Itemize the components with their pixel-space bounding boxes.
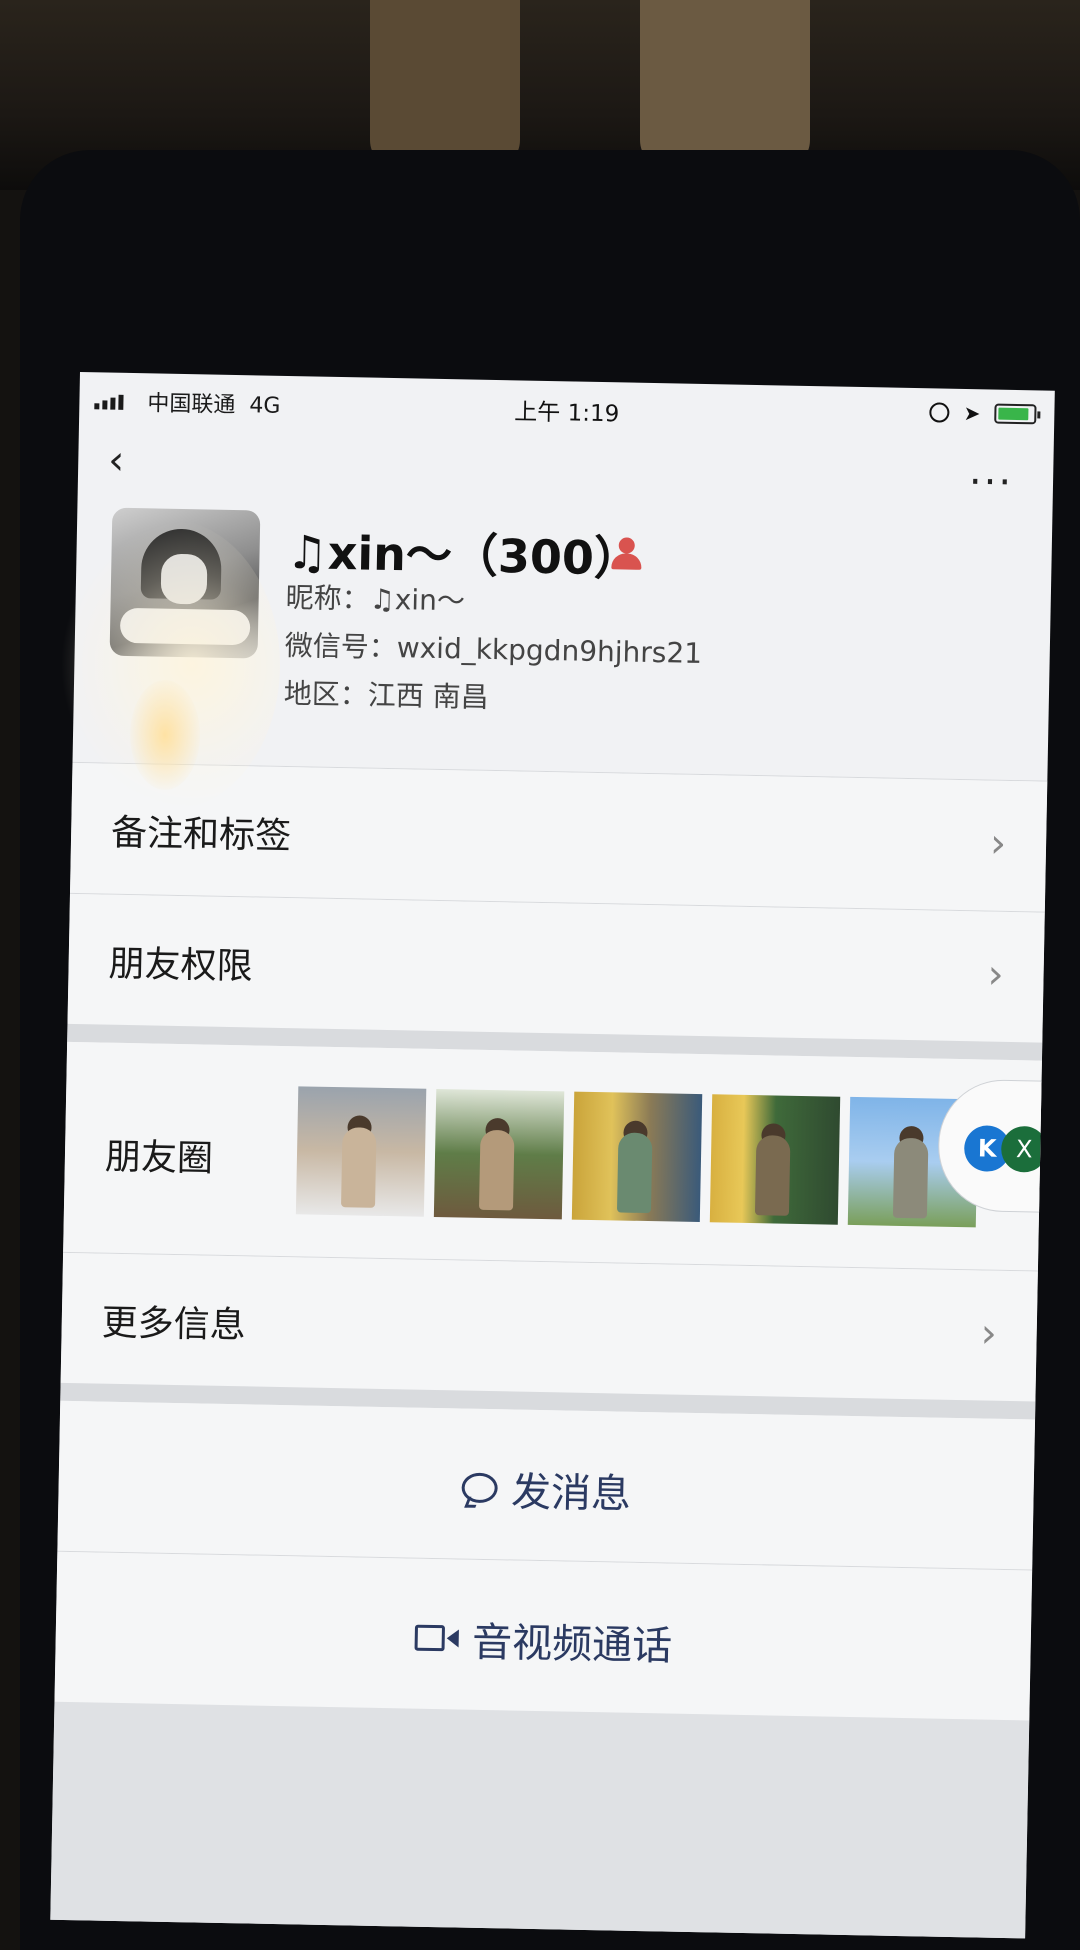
send-message-label: 发消息 bbox=[510, 1469, 632, 1518]
nickname-text: 昵称：♫xin～ bbox=[285, 580, 466, 618]
more-dots-icon[interactable]: ··· bbox=[968, 459, 1013, 506]
more-info-label: 更多信息 bbox=[101, 1302, 247, 1347]
chevron-right-icon: › bbox=[989, 820, 1007, 867]
moment-photo[interactable] bbox=[709, 1094, 841, 1225]
female-icon bbox=[611, 537, 642, 572]
moments-row[interactable]: 朋友圈 K X bbox=[63, 1041, 1055, 1271]
friend-permissions-row[interactable]: 朋友权限 › bbox=[67, 893, 1045, 1043]
wechat-id-text: 微信号：wxid_kkpgdn9hjhrs21 bbox=[284, 628, 703, 670]
battery-icon bbox=[994, 403, 1041, 425]
chevron-right-icon: › bbox=[987, 951, 1005, 998]
photo-background-stripe bbox=[370, 0, 520, 170]
remark-tags-row[interactable]: 备注和标签 › bbox=[69, 762, 1048, 912]
moments-thumbnails[interactable] bbox=[295, 1086, 979, 1228]
chat-bubble-icon bbox=[460, 1472, 498, 1504]
photo-background-stripe bbox=[640, 0, 810, 170]
phone-screen: 中国联通 4G 上午 1:19 ➤ ‹ ··· ♫xin～（300） 昵称：♫x… bbox=[50, 372, 1055, 1939]
status-icons: ➤ bbox=[929, 400, 1041, 426]
moment-photo[interactable] bbox=[571, 1091, 703, 1223]
video-camera-icon bbox=[414, 1623, 459, 1654]
region-text: 地区：江西 南昌 bbox=[283, 676, 490, 714]
send-message-button[interactable]: 发消息 bbox=[57, 1400, 1036, 1570]
rotation-lock-icon bbox=[929, 402, 950, 423]
status-time: 上午 1:19 bbox=[514, 399, 620, 428]
friend-permissions-label: 朋友权限 bbox=[108, 943, 254, 988]
moment-photo[interactable] bbox=[433, 1088, 565, 1220]
moment-photo[interactable] bbox=[295, 1086, 427, 1217]
avatar[interactable] bbox=[109, 507, 261, 659]
chevron-right-icon: › bbox=[980, 1310, 998, 1357]
profile-header: ♫xin～（300） 昵称：♫xin～ 微信号：wxid_kkpgdn9hjhr… bbox=[73, 492, 1053, 781]
video-call-label: 音视频通话 bbox=[471, 1619, 673, 1670]
video-call-button[interactable]: 音视频通话 bbox=[54, 1551, 1033, 1721]
chevron-left-icon[interactable]: ‹ bbox=[108, 438, 125, 484]
more-info-row[interactable]: 更多信息 › bbox=[60, 1252, 1038, 1402]
bottom-area bbox=[50, 1701, 1030, 1939]
remark-tags-label: 备注和标签 bbox=[110, 812, 292, 858]
location-icon: ➤ bbox=[963, 400, 981, 426]
moments-label: 朋友圈 bbox=[104, 1136, 214, 1180]
